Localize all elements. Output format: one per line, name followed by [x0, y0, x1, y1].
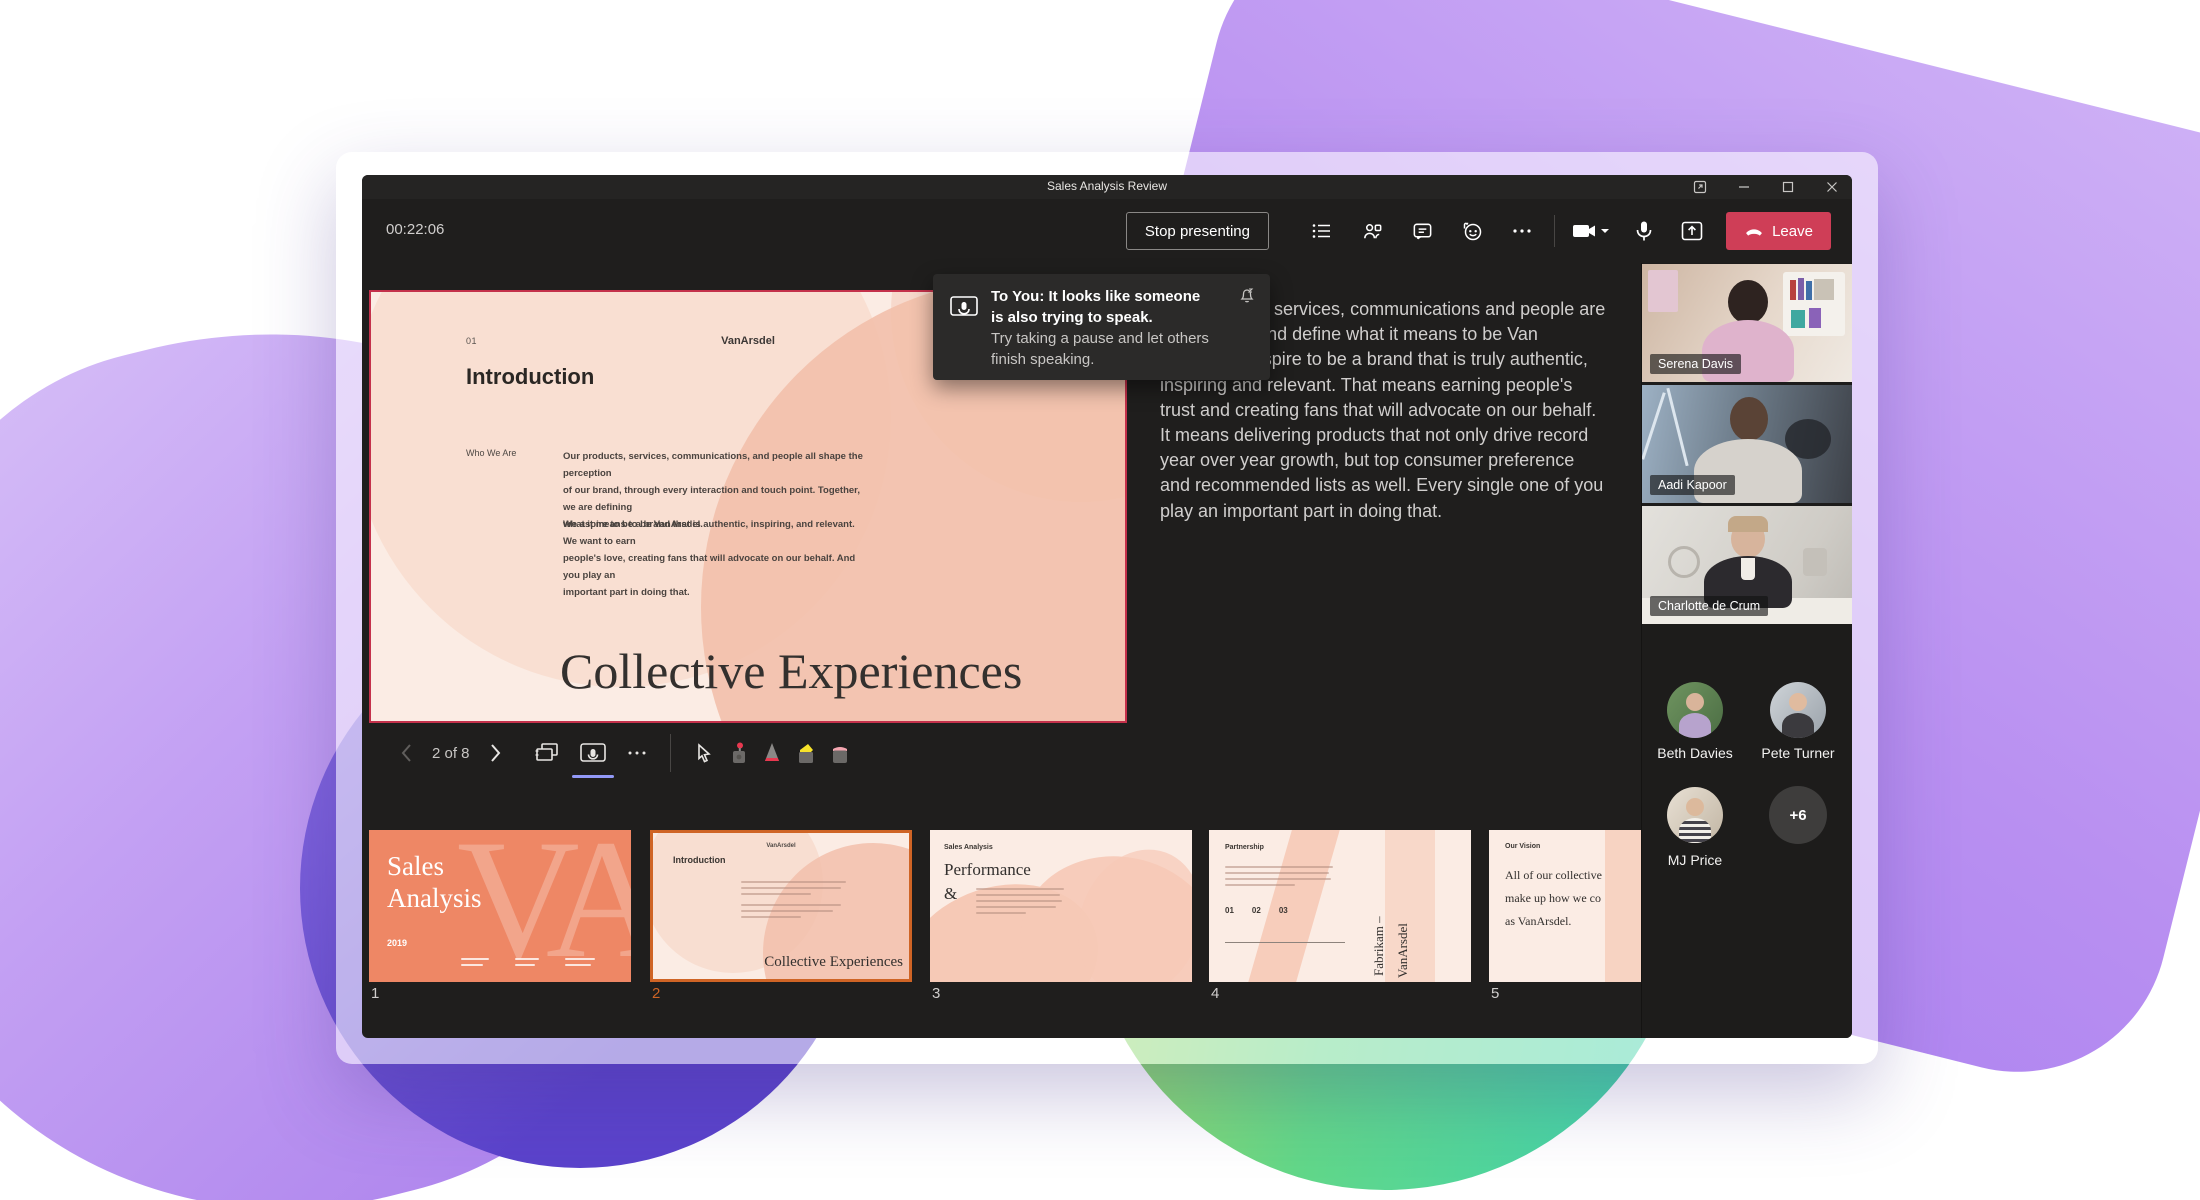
leave-button[interactable]: Leave [1726, 212, 1831, 250]
minimize-icon[interactable] [1734, 177, 1754, 197]
pen-tool[interactable] [755, 736, 789, 770]
avatar-mj[interactable] [1667, 787, 1723, 843]
stop-presenting-button[interactable]: Stop presenting [1126, 212, 1269, 250]
thumbnail-slide-5[interactable]: Our Vision All of our collective make up… [1489, 830, 1641, 982]
toolbar-divider [1554, 215, 1555, 247]
laser-pointer-tool[interactable] [721, 736, 755, 770]
thumbnail-number-4: 4 [1211, 985, 1219, 1002]
mute-notifications-icon[interactable] [1238, 286, 1256, 304]
agenda-list-icon[interactable] [1297, 212, 1347, 250]
participant-name-label: Serena Davis [1650, 354, 1741, 374]
speaking-notification-toast: To You: It looks like someone is also tr… [933, 274, 1270, 380]
avatar-name: MJ Price [1635, 852, 1755, 868]
thumb5-lines: All of our collective make up how we co … [1505, 864, 1602, 933]
toast-title: To You: It looks like someone is also tr… [991, 286, 1241, 328]
chair [1668, 546, 1700, 578]
thumb1-title: Sales Analysis [387, 850, 482, 914]
next-slide-button[interactable] [478, 736, 512, 770]
thumb4-vertical-text: Fabrikam – [1371, 840, 1387, 976]
presenter-control-bar: 2 of 8 [390, 727, 857, 779]
thumb3-header: Sales Analysis [944, 844, 993, 851]
avatar-name: Pete Turner [1738, 745, 1852, 761]
participant-name-label: Charlotte de Crum [1650, 596, 1768, 616]
window-title: Sales Analysis Review [362, 179, 1852, 193]
thumb4-vertical-text: VanArsdel [1395, 838, 1411, 978]
chair [1803, 548, 1827, 576]
avatar-pete[interactable] [1770, 682, 1826, 738]
slide-side-label: Who We Are [466, 448, 516, 458]
pointer-tool[interactable] [687, 736, 721, 770]
text-placeholder [461, 958, 595, 970]
slide-position-label: 2 of 8 [432, 745, 470, 762]
divider-line [1225, 942, 1345, 943]
thumbnail-number-2: 2 [652, 985, 660, 1002]
person-head [1730, 397, 1768, 441]
slide-title: Collective Experiences [560, 642, 1022, 700]
avatar-beth[interactable] [1667, 682, 1723, 738]
thumbnail-slide-4[interactable]: Partnership 01 02 03 Fabrikam – VanArsde… [1209, 830, 1471, 982]
person-head [1728, 280, 1768, 324]
eraser-tool[interactable] [823, 736, 857, 770]
presenter-mode-icon[interactable] [576, 736, 610, 770]
thumbnail-slide-2-selected[interactable]: VanArsdel Introduction Collective Experi… [650, 830, 912, 982]
slide-paragraph-2: We aspire to be a brand that is authenti… [563, 516, 863, 601]
close-icon[interactable] [1822, 177, 1842, 197]
more-options-icon[interactable] [1497, 212, 1547, 250]
thumbnail-slide-1[interactable]: VA Sales Analysis 2019 [369, 830, 631, 982]
hangup-icon [1744, 225, 1764, 237]
share-screen-icon[interactable] [1668, 212, 1716, 250]
avatar-name: Beth Davies [1635, 745, 1755, 761]
camera-toggle[interactable] [1562, 212, 1620, 250]
video-tile-aadi[interactable]: Aadi Kapoor [1642, 385, 1852, 503]
video-tile-charlotte[interactable]: Charlotte de Crum [1642, 506, 1852, 624]
screen-mic-icon [949, 294, 979, 322]
thumbnail-number-1: 1 [371, 985, 379, 1002]
text-placeholder [741, 881, 851, 922]
thumbnail-number-3: 3 [932, 985, 940, 1002]
text-placeholder [1225, 866, 1335, 890]
bookshelf [1783, 272, 1845, 336]
meeting-timer: 00:22:06 [386, 221, 444, 238]
tools-divider [670, 734, 671, 772]
popout-icon[interactable] [1690, 177, 1710, 197]
toast-body: Try taking a pause and let others finish… [991, 328, 1241, 370]
reactions-icon[interactable] [1447, 212, 1497, 250]
thumb4-heading: Partnership [1225, 844, 1264, 851]
thumbnail-number-5: 5 [1491, 985, 1499, 1002]
chat-icon[interactable] [1397, 212, 1447, 250]
teams-meeting-window: Sales Analysis Review 00 [362, 175, 1852, 1038]
slide-grid-icon[interactable] [530, 736, 564, 770]
text-placeholder [976, 888, 1066, 918]
more-tools-icon[interactable] [620, 736, 654, 770]
thumb1-year: 2019 [387, 938, 407, 948]
thumb2-heading: Introduction [673, 855, 726, 865]
thumb3-title: Performance [944, 860, 1031, 880]
thumb2-title: Collective Experiences [653, 954, 903, 971]
participants-panel: Serena Davis Aadi Kapoor [1641, 263, 1852, 1038]
thumb3-title-amp: & [944, 884, 957, 904]
maximize-icon[interactable] [1778, 177, 1798, 197]
microphone-toggle[interactable] [1620, 212, 1668, 250]
participant-name-label: Aadi Kapoor [1650, 475, 1735, 495]
more-participants-button[interactable]: +6 [1769, 786, 1827, 844]
active-tool-underline [572, 775, 614, 778]
title-bar[interactable]: Sales Analysis Review [362, 175, 1852, 199]
person-shirt [1741, 558, 1755, 580]
slide-heading: Introduction [466, 364, 594, 390]
thumb5-heading: Our Vision [1505, 843, 1540, 850]
video-tile-serena[interactable]: Serena Davis [1642, 264, 1852, 382]
highlighter-tool[interactable] [789, 736, 823, 770]
meeting-toolbar: 00:22:06 Stop presenting [362, 199, 1852, 263]
wall-poster [1648, 270, 1678, 312]
participants-icon[interactable] [1347, 212, 1397, 250]
previous-slide-button[interactable] [390, 736, 424, 770]
thumb4-items: 01 02 03 [1225, 906, 1288, 915]
person-hair [1728, 516, 1768, 532]
thumbnail-slide-3[interactable]: Sales Analysis Performance & [930, 830, 1192, 982]
desktop-background: Sales Analysis Review 00 [0, 0, 2200, 1200]
thumb2-logo: VanArsdel [653, 843, 909, 849]
